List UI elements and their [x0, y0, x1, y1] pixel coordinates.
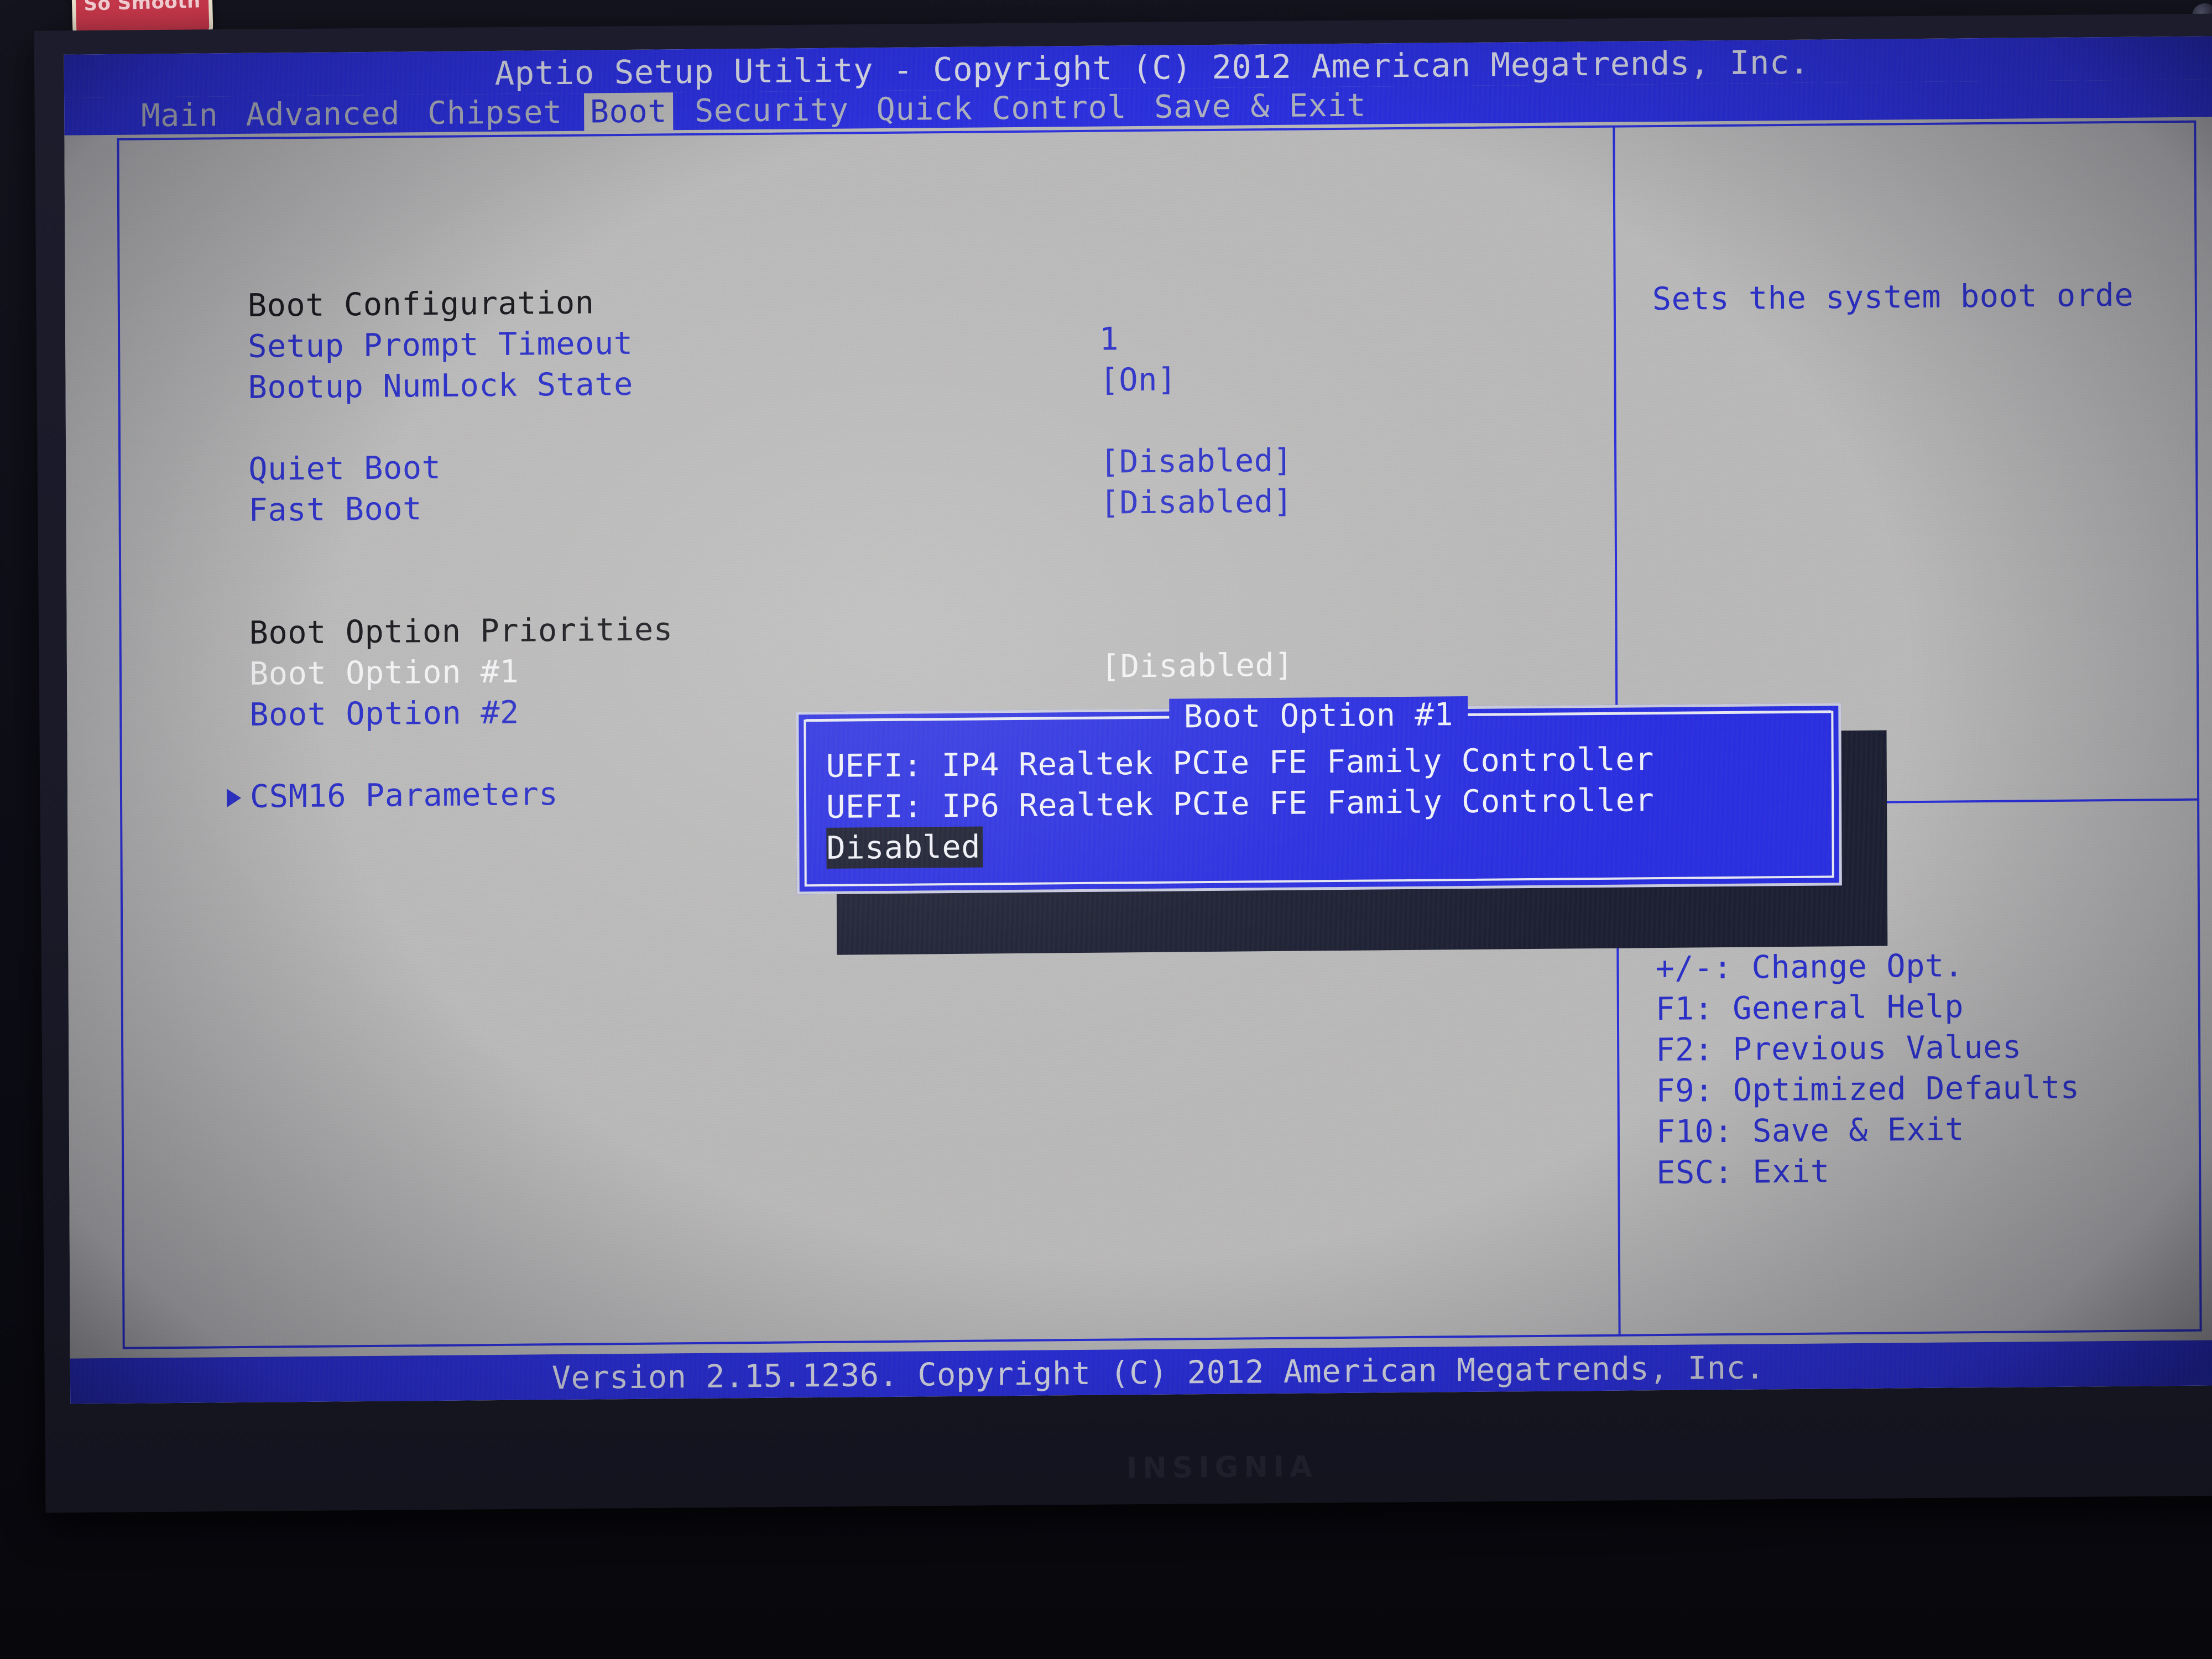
- section-label: Boot Option Priorities: [249, 611, 673, 651]
- setting-value[interactable]: 1: [1099, 319, 1119, 359]
- tab-advanced[interactable]: Advanced: [239, 95, 406, 134]
- setting-value[interactable]: [On]: [1099, 359, 1177, 400]
- tab-chipset[interactable]: Chipset: [421, 93, 568, 132]
- dialog-inner-border: Boot Option #1 UEFI: IP4 Realtek PCIe FE…: [804, 696, 1834, 887]
- setting-label: Quiet Boot: [248, 449, 441, 488]
- screen: Aptio Setup Utility - Copyright (C) 2012…: [64, 36, 2212, 1404]
- submenu-label: CSM16 Parameters: [249, 776, 559, 815]
- tab-security[interactable]: Security: [688, 91, 855, 130]
- tab-main[interactable]: Main: [135, 96, 225, 134]
- legend-esc-exit: ESC: Exit: [1656, 1153, 1830, 1192]
- version-bar: Version 2.15.1236. Copyright (C) 2012 Am…: [70, 1339, 2212, 1404]
- dialog-title-rule-left: [806, 716, 1170, 722]
- monitor: Aptio Setup Utility - Copyright (C) 2012…: [34, 13, 2212, 1513]
- tab-boot[interactable]: Boot: [583, 92, 674, 131]
- legend-f10-save-exit: F10: Save & Exit: [1656, 1111, 1965, 1151]
- boot-option-dialog[interactable]: Boot Option #1 UEFI: IP4 Realtek PCIe FE…: [796, 696, 1842, 895]
- bios-setup-utility: Aptio Setup Utility - Copyright (C) 2012…: [64, 36, 2212, 1404]
- setting-label: Boot Option #2: [249, 694, 519, 733]
- setting-value[interactable]: [Disabled]: [1100, 440, 1293, 483]
- dialog-option-uefi-ip6[interactable]: UEFI: IP6 Realtek PCIe FE Family Control…: [826, 779, 1799, 828]
- setting-label: Setup Prompt Timeout: [248, 325, 633, 365]
- legend-change-opt: +/-: Change Opt.: [1655, 947, 1964, 987]
- chevron-right-icon: [226, 788, 242, 808]
- dialog-option-disabled[interactable]: Disabled: [826, 826, 983, 869]
- photo-scene: So Smooth Aptio Setup Utility - Copyrigh…: [0, 0, 2212, 1659]
- version-text: Version 2.15.1236. Copyright (C) 2012 Am…: [551, 1349, 1765, 1397]
- dialog-title: Boot Option #1: [1169, 696, 1468, 735]
- legend-f2-previous-values: F2: Previous Values: [1656, 1029, 2022, 1069]
- legend-f9-optimized-defaults: F9: Optimized Defaults: [1656, 1069, 2080, 1110]
- legend-f1-general-help: F1: General Help: [1655, 988, 1964, 1028]
- setting-label: Bootup NumLock State: [248, 366, 634, 406]
- setting-value[interactable]: [Disabled]: [1101, 645, 1294, 687]
- setting-label: Fast Boot: [248, 491, 422, 529]
- tab-save-and-exit[interactable]: Save & Exit: [1148, 86, 1372, 126]
- dialog-title-rule-right: [1468, 710, 1832, 716]
- dialog-option-list[interactable]: UEFI: IP4 Realtek PCIe FE Family Control…: [826, 738, 1800, 869]
- section-label: Boot Configuration: [247, 284, 594, 324]
- setting-label: Boot Option #1: [249, 653, 519, 692]
- monitor-brand-logo: INSIGNIA: [1126, 1450, 1318, 1485]
- help-pane-text: Sets the system boot orde: [1652, 276, 2134, 318]
- tab-quick-control[interactable]: Quick Control: [870, 88, 1133, 128]
- setting-value[interactable]: [Disabled]: [1100, 481, 1293, 524]
